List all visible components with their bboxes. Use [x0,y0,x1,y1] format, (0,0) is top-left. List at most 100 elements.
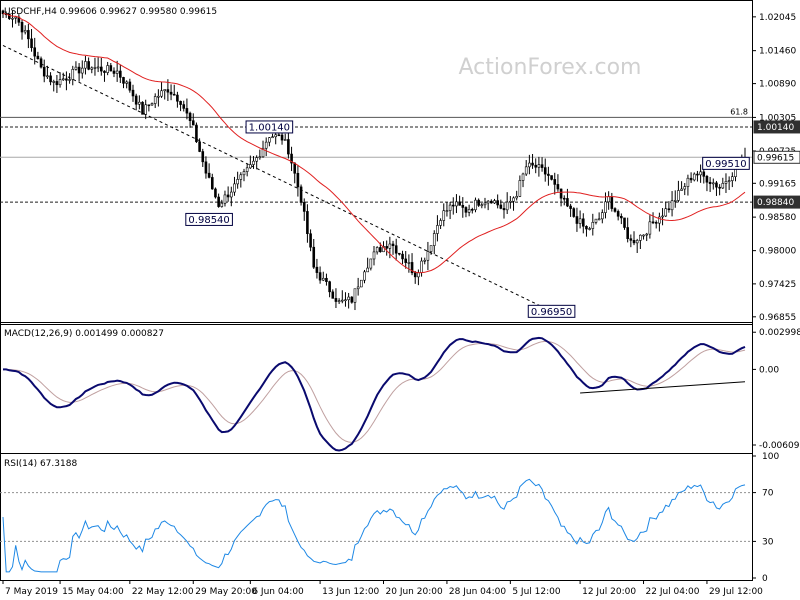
annotation-label: 0.96950 [531,307,572,318]
candle-body [255,157,258,162]
candle-body [534,164,538,168]
candle-body [340,299,344,302]
candle-body [242,171,246,176]
candle-body [372,251,376,260]
candle-body [77,66,81,74]
candle-body [207,172,211,178]
candle-body [483,202,487,206]
rsi-y-tick-label: 100 [762,452,779,462]
candle-body [502,208,506,211]
watermark: ActionForex.com [459,55,642,80]
candle-body [585,225,588,230]
candle-body [562,197,566,200]
candle-body [721,183,725,189]
candle-body [597,218,601,221]
candle-body [731,176,734,181]
candle-body [331,291,335,299]
candle-body [642,234,645,237]
candle-body [708,181,712,184]
candle-body [271,136,274,139]
candle-body [645,233,649,236]
candle-body [115,70,119,74]
candle-body [363,271,366,281]
candle-body [702,171,706,177]
candle-body [677,190,680,201]
candle-body [401,253,404,260]
candle-body [445,210,449,212]
candle-body [667,208,671,211]
candle-body [334,298,338,302]
candle-body [87,61,90,70]
candle-body [477,199,480,206]
candle-body [283,139,287,141]
candle-body [686,177,690,187]
candle-body [528,162,531,168]
candle-body [559,188,563,199]
x-tick-label: 29 May 20:00 [195,587,257,597]
candle-body [55,81,59,86]
candle-body [699,171,702,176]
candle-body [474,199,477,211]
candle-body [166,89,170,93]
candle-body [160,90,163,97]
candle-body [588,228,591,230]
price-y-tick-label: 0.99165 [759,179,796,189]
price-y-tick-label: 1.00890 [759,80,796,90]
x-tick-label: 29 Jul 12:00 [709,587,763,597]
x-tick-label: 12 Jul 20:00 [582,587,636,597]
candle-body [182,104,186,109]
x-tick-label: 22 May 12:00 [132,587,194,597]
candle-body [245,167,249,172]
candle-body [458,201,461,206]
candle-body [312,246,316,268]
macd-header: MACD(12,26,9) 0.001499 0.000827 [4,329,164,339]
candle-body [318,272,322,281]
candle-body [620,215,623,219]
price-frame [0,0,753,325]
candle-body [258,156,262,159]
rsi-y-tick-label: 30 [762,537,774,547]
candle-body [49,75,52,83]
candle-body [71,69,75,80]
candle-body [147,104,151,107]
candle-body [616,211,620,217]
candle-body [572,208,576,217]
candle-body [521,173,525,181]
price-y-tick-label: 0.98580 [759,213,796,223]
price-y-tick-label: 1.02045 [759,13,796,23]
candle-body [379,247,382,253]
candle-body [480,204,484,207]
candle-body [496,200,499,206]
candle-body [467,209,471,213]
candle-body [39,58,43,68]
candle-body [426,251,430,261]
fib-label: 61.8 [730,107,748,116]
candle-body [176,94,179,102]
candle-body [214,188,217,198]
candle-body [112,70,116,74]
candle-body [195,124,198,143]
x-tick-label: 5 Jul 12:00 [512,587,561,597]
candle-body [369,258,373,269]
candle-body [344,299,347,302]
candle-body [385,246,388,249]
candle-body [150,103,154,106]
candle-body [442,210,446,221]
candle-body [58,79,62,86]
candle-body [664,208,668,217]
candle-body [360,279,363,288]
macd-y-tick-label: -0.006097 [759,441,800,451]
candle-body [505,201,509,211]
candle-body [623,217,626,228]
candle-body [407,262,411,264]
candle-body [185,108,189,114]
candle-body [490,200,493,204]
candle-body [683,186,687,190]
candle-body [448,204,452,211]
candle-body [125,81,128,84]
candle-body [11,17,14,20]
candle-body [65,78,68,81]
candle-body [315,266,319,273]
candle-body [420,260,423,273]
candle-body [727,180,731,182]
